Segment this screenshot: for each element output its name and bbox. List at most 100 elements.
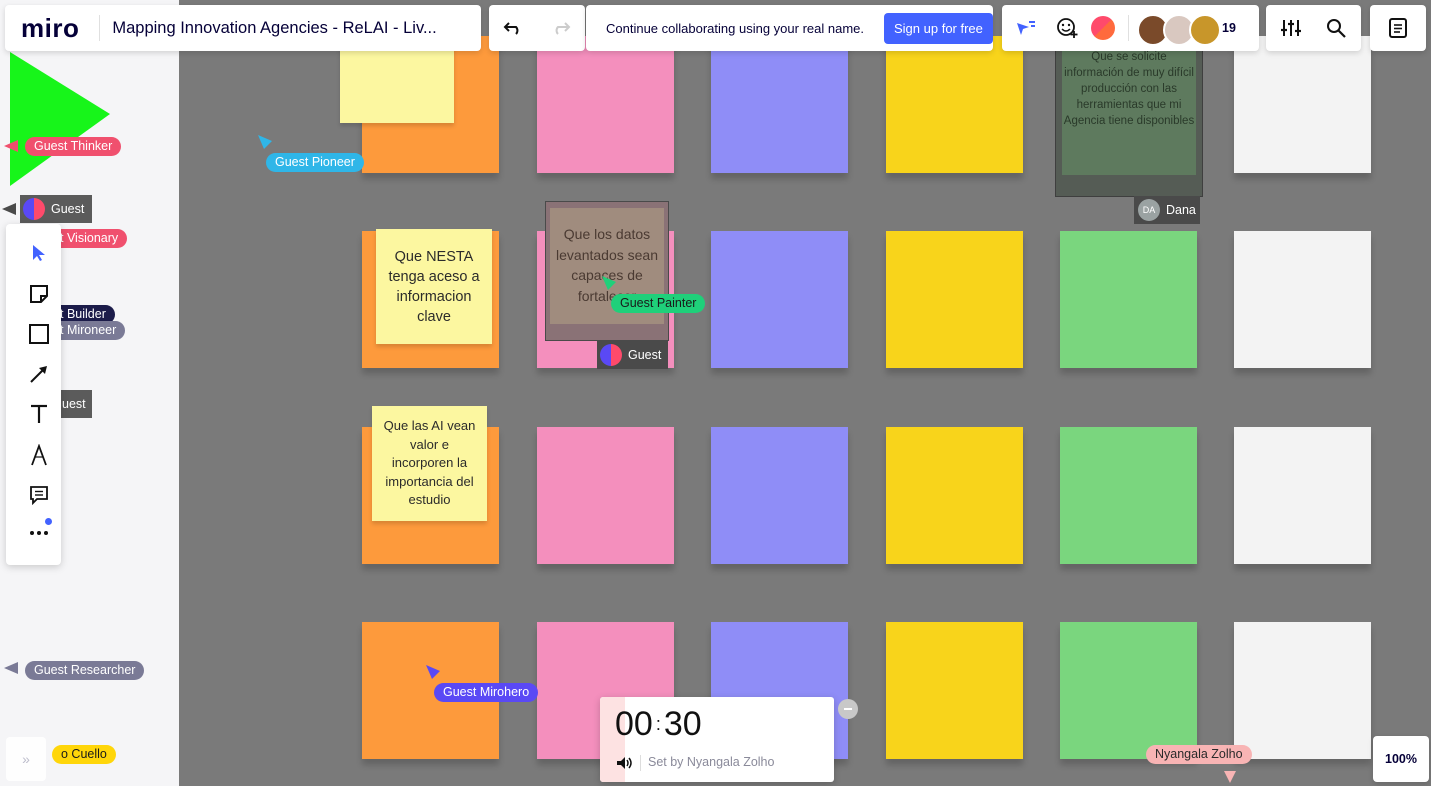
notes-button[interactable] (1375, 5, 1421, 51)
sticky-note[interactable] (1060, 427, 1197, 564)
select-tool[interactable] (26, 240, 52, 266)
sticky-note[interactable] (537, 36, 674, 173)
sticky-note[interactable] (1234, 231, 1371, 368)
text-icon (31, 404, 47, 423)
reaction-button[interactable] (1050, 5, 1084, 51)
collaboration-bar: 19 (1002, 5, 1259, 51)
sticky-note[interactable] (886, 427, 1023, 564)
redo-icon (555, 22, 571, 35)
divider (99, 15, 101, 41)
sticky-note[interactable] (711, 231, 848, 368)
sticky-note[interactable] (1234, 427, 1371, 564)
sticky-note[interactable] (711, 36, 848, 173)
owner-label-guest: Guest (597, 341, 668, 369)
collaborator-cursor: t Visionary (50, 229, 128, 248)
comment-icon (30, 486, 48, 505)
sticky-note[interactable] (711, 427, 848, 564)
settings-button[interactable] (1266, 5, 1316, 51)
avatar: DA (1138, 199, 1160, 221)
sticky-note[interactable] (1060, 622, 1197, 759)
text-tool[interactable] (26, 401, 52, 427)
collaborator-cursor: Guest (20, 195, 92, 223)
cursor-icon (4, 662, 18, 674)
redo-button[interactable] (537, 5, 585, 51)
avatar (23, 198, 45, 220)
pen-tool[interactable] (26, 442, 52, 468)
creation-toolbar (6, 224, 61, 565)
collaborator-cursor: t Mironeer (50, 321, 126, 340)
sticky-note[interactable] (537, 427, 674, 564)
search-button[interactable] (1316, 5, 1356, 51)
timer-minutes: 00 (615, 705, 653, 743)
cursor-icon (602, 276, 616, 290)
board-title[interactable]: Mapping Innovation Agencies - ReLAI - Li… (112, 19, 436, 38)
cursor-arrow-icon (33, 245, 45, 261)
cursor-list-icon (1017, 21, 1035, 35)
sticky-note[interactable] (886, 622, 1023, 759)
cursor-icon (1224, 771, 1236, 783)
owner-name: Dana (1166, 203, 1196, 217)
miro-logo[interactable]: miro (21, 13, 79, 44)
avatar (1091, 16, 1115, 40)
sticky-note-text: Que se solicite información de muy difíc… (1062, 39, 1196, 175)
sticky-note[interactable] (886, 231, 1023, 368)
expand-panel-button[interactable]: » (6, 737, 46, 781)
square-icon (29, 324, 49, 344)
timer-minimize-button[interactable] (838, 699, 858, 719)
sticky-note-selected[interactable]: Que se solicite información de muy difíc… (1055, 36, 1203, 197)
comment-tool[interactable] (26, 482, 52, 508)
cursor-icon (426, 665, 440, 679)
timer-divider (640, 755, 641, 771)
collaborator-cursor: o Cuello (52, 745, 116, 764)
search-icon (1327, 19, 1346, 38)
triangle-shape[interactable] (10, 52, 110, 186)
undo-redo-bar (489, 5, 585, 51)
sticky-note[interactable] (886, 36, 1023, 173)
sticky-note-icon (30, 285, 48, 303)
cursor-icon (2, 203, 16, 215)
follow-cursor-button[interactable] (1002, 5, 1050, 51)
speaker-icon[interactable] (616, 756, 634, 770)
collaborator-cursor: Guest Pioneer (266, 153, 364, 172)
online-count: 19 (1222, 21, 1236, 35)
notification-dot (45, 518, 52, 525)
owner-label-dana: DA Dana (1134, 196, 1200, 224)
sticky-note-text: Que NESTA tenga aceso a informacion clav… (388, 248, 480, 325)
cursor-label: Guest (51, 202, 85, 216)
sticky-note-tool[interactable] (26, 281, 52, 307)
arrow-icon (30, 366, 47, 383)
shape-tool[interactable] (26, 321, 52, 347)
sticky-note-nesta[interactable]: Que NESTA tenga aceso a informacion clav… (376, 229, 492, 344)
collaborator-cursor: Guest Thinker (25, 137, 122, 156)
sticky-note-text: Que las AI vean valor e incorporen la im… (383, 418, 476, 508)
cursor-label: uest (62, 397, 86, 411)
board-header: miro Mapping Innovation Agencies - ReLAI… (5, 5, 481, 51)
cursor-icon (258, 135, 272, 149)
connector-tool[interactable] (26, 361, 52, 387)
banner-text: Continue collaborating using your real n… (606, 20, 864, 36)
timer-separator: : (655, 714, 661, 734)
timer-display: 00 : 30 (615, 705, 702, 744)
sticky-note[interactable] (1234, 622, 1371, 759)
online-users[interactable]: 19 (1129, 5, 1236, 51)
timer-seconds: 30 (663, 705, 702, 743)
sticky-note[interactable] (1060, 231, 1197, 368)
signup-button[interactable]: Sign up for free (884, 12, 993, 44)
sticky-note[interactable] (1234, 36, 1371, 173)
collaborator-cursor: Guest Painter (611, 294, 706, 313)
user-avatar-self[interactable] (1088, 5, 1118, 51)
sliders-icon (1281, 20, 1301, 36)
sticky-note-ai[interactable]: Que las AI vean valor e incorporen la im… (372, 406, 487, 521)
zoom-indicator[interactable]: 100% (1373, 736, 1429, 782)
undo-button[interactable] (489, 5, 537, 51)
timer-set-by: Set by Nyangala Zolho (648, 755, 775, 769)
notes-bar (1370, 5, 1426, 51)
owner-name: Guest (628, 348, 662, 362)
collaborator-cursor: Guest Mirohero (434, 683, 539, 702)
signup-banner: Continue collaborating using your real n… (586, 5, 993, 51)
cursor-icon (4, 140, 18, 152)
tools-bar (1266, 5, 1361, 51)
avatar (600, 344, 622, 366)
avatar (1189, 14, 1221, 46)
sticky-note-selected[interactable]: Que los datos levantados sean capaces de… (545, 201, 669, 341)
